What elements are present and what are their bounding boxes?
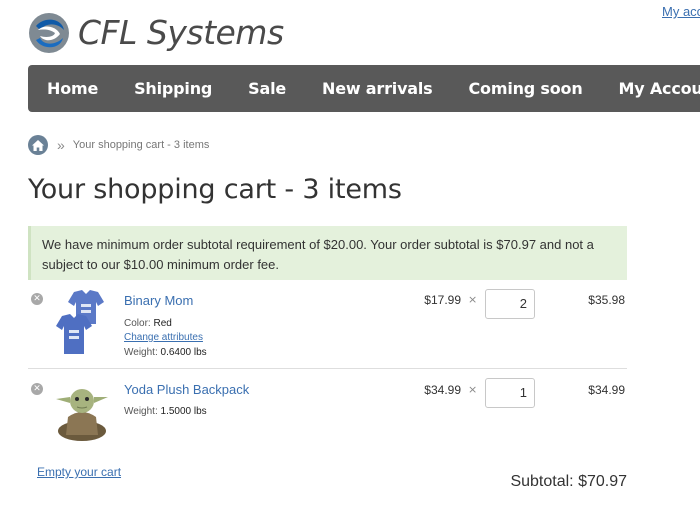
- attr-value: Red: [153, 318, 172, 329]
- swirl-logo-icon: [29, 13, 69, 53]
- nav-item-new-arrivals[interactable]: New arrivals: [322, 79, 433, 98]
- my-account-link[interactable]: My acco: [662, 4, 700, 19]
- page-title: Your shopping cart - 3 items: [28, 174, 402, 205]
- times-symbol: ×: [468, 293, 478, 306]
- quantity-input[interactable]: 1: [485, 378, 535, 408]
- unit-price: $17.99: [424, 293, 461, 307]
- product-name-link[interactable]: Yoda Plush Backpack: [124, 382, 249, 397]
- breadcrumb-current: Your shopping cart - 3 items: [72, 139, 210, 151]
- nav-item-my-account[interactable]: My Account: [619, 79, 700, 98]
- weight-label: Weight:: [124, 406, 158, 417]
- cart-row: ✕ Yoda Plush Backpack Weight: 1.5000 lbs…: [28, 369, 627, 449]
- subtotal-value: $70.97: [578, 473, 627, 490]
- nav-item-shipping[interactable]: Shipping: [134, 79, 212, 98]
- product-weight: Weight: 1.5000 lbs: [124, 406, 207, 417]
- breadcrumb-separator: »: [57, 137, 65, 153]
- quantity-input[interactable]: 2: [485, 289, 535, 319]
- tshirt-icon[interactable]: [52, 288, 112, 358]
- empty-cart-link[interactable]: Empty your cart: [37, 465, 121, 479]
- main-nav: Home Shipping Sale New arrivals Coming s…: [28, 65, 700, 112]
- home-icon[interactable]: [28, 135, 48, 155]
- product-name-link[interactable]: Binary Mom: [124, 293, 193, 308]
- cart-row: ✕ Binary Mom Color: Red Change attribute…: [28, 280, 627, 369]
- attr-label: Color:: [124, 318, 151, 329]
- line-total: $34.99: [588, 383, 625, 397]
- site-logo[interactable]: CFL Systems: [28, 12, 284, 54]
- nav-item-sale[interactable]: Sale: [248, 79, 286, 98]
- subtotal-label: Subtotal:: [510, 473, 574, 490]
- nav-item-coming-soon[interactable]: Coming soon: [469, 79, 583, 98]
- weight-label: Weight:: [124, 347, 158, 358]
- line-total: $35.98: [588, 293, 625, 307]
- remove-item-icon[interactable]: ✕: [31, 293, 43, 305]
- remove-item-icon[interactable]: ✕: [31, 383, 43, 395]
- nav-item-home[interactable]: Home: [47, 79, 98, 98]
- cart-subtotal: Subtotal: $70.97: [510, 473, 627, 491]
- breadcrumb: » Your shopping cart - 3 items: [28, 135, 209, 155]
- weight-value: 0.6400 lbs: [160, 347, 207, 358]
- change-attributes-link[interactable]: Change attributes: [124, 332, 203, 343]
- times-symbol: ×: [468, 383, 478, 396]
- weight-value: 1.5000 lbs: [160, 406, 207, 417]
- unit-price: $34.99: [424, 383, 461, 397]
- product-attribute: Color: Red: [124, 318, 172, 329]
- product-weight: Weight: 0.6400 lbs: [124, 347, 207, 358]
- plush-backpack-icon[interactable]: [52, 377, 112, 447]
- brand-name: CFL Systems: [78, 13, 284, 52]
- min-order-notice: We have minimum order subtotal requireme…: [28, 226, 627, 280]
